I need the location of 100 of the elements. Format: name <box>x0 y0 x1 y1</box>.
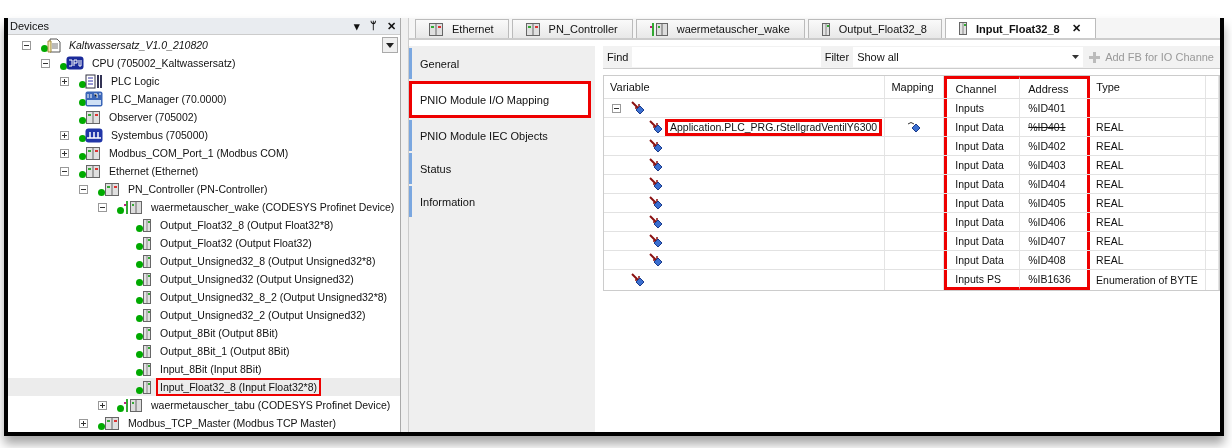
editor-tab[interactable]: Input_Float32_8 ✕ <box>944 18 1096 38</box>
status-dot <box>136 297 143 304</box>
module-icon <box>142 217 152 233</box>
collapse-icon[interactable] <box>41 58 50 68</box>
status-dot <box>79 117 86 124</box>
channel-cell: Input Data <box>955 216 1004 228</box>
address-cell: %ID401 <box>1028 121 1066 133</box>
editor-tab[interactable]: Ethernet <box>415 19 509 38</box>
panel-title: Devices <box>10 20 50 32</box>
editor-tab[interactable]: Output_Float32_8 <box>807 19 942 38</box>
module-icon <box>142 235 152 251</box>
type-cell: REAL <box>1096 197 1124 209</box>
tree-item[interactable]: Input_8Bit (Input 8Bit) <box>156 360 266 378</box>
input-channel-icon <box>649 253 663 267</box>
tree-item[interactable]: Output_Unsigned32_8 (Output Unsigned32*8) <box>156 252 380 270</box>
tree-item[interactable]: PLC Logic <box>107 72 164 90</box>
column-header[interactable]: Type <box>1090 76 1206 98</box>
tree-item[interactable]: waermetauscher_tabu (CODESYS Profinet Device) <box>147 396 395 414</box>
tree-item[interactable]: Output_Unsigned32 (Output Unsigned32) <box>156 270 358 288</box>
dropdown-button[interactable] <box>382 37 398 53</box>
expand-icon[interactable] <box>60 130 69 140</box>
tree-item[interactable]: Systembus (705000) <box>107 126 212 144</box>
type-cell: Enumeration of BYTE <box>1096 274 1198 286</box>
collapse-icon[interactable] <box>22 40 31 50</box>
channel-cell: Inputs <box>955 102 984 114</box>
status-dot <box>117 405 124 412</box>
variable-cell[interactable]: Application.PLC_PRG.rStellgradVentilY6300 <box>665 118 883 136</box>
pin-icon[interactable]: ᛘ <box>370 19 377 33</box>
device-icon <box>123 397 143 413</box>
module-icon <box>957 21 968 36</box>
address-cell: %ID404 <box>1028 178 1066 190</box>
tree-item[interactable]: Observer (705002) <box>105 108 202 126</box>
tree-item[interactable]: Kaltwassersatz_V1.0_210820 <box>65 36 212 54</box>
device-icon <box>85 163 101 179</box>
tree-item[interactable]: Ethernet (Ethernet) <box>105 162 203 180</box>
filter-dropdown[interactable]: Show all <box>853 47 1084 67</box>
address-cell: %IB1636 <box>1028 272 1071 285</box>
device-icon <box>648 21 669 37</box>
expand-icon[interactable] <box>60 76 69 86</box>
collapse-icon[interactable] <box>612 103 621 113</box>
column-header[interactable]: Address <box>1020 76 1091 98</box>
address-cell: %ID408 <box>1028 254 1066 266</box>
editor-tab[interactable]: PN_Controller <box>511 19 633 38</box>
channel-cell: Input Data <box>955 254 1004 266</box>
address-cell: %ID401 <box>1028 102 1066 114</box>
channel-cell: Input Data <box>955 178 1004 190</box>
tree-item[interactable]: Output_Float32_8 (Output Float32*8) <box>156 216 338 234</box>
status-dot <box>136 243 143 250</box>
bus-icon <box>85 127 103 143</box>
close-icon[interactable]: ✕ <box>1071 22 1081 35</box>
program-icon <box>85 73 103 89</box>
channel-cell: Input Data <box>955 197 1004 209</box>
caret-icon <box>386 42 394 48</box>
tree-item[interactable]: Output_Float32 (Output Float32) <box>156 234 316 252</box>
find-field[interactable] <box>632 47 821 67</box>
tree-item[interactable]: Modbus_COM_Port_1 (Modbus COM) <box>105 144 293 162</box>
editor-tab[interactable]: waermetauscher_wake <box>635 19 805 38</box>
tree-item[interactable]: Modbus_TCP_Master (Modbus TCP Master) <box>124 414 340 432</box>
collapse-icon[interactable] <box>98 202 107 212</box>
tree-item[interactable]: Output_8Bit (Output 8Bit) <box>156 324 282 342</box>
module-icon <box>820 21 831 37</box>
tree-item[interactable]: Output_Unsigned32_8_2 (Output Unsigned32*8) <box>156 288 392 306</box>
page-tab[interactable]: Information <box>409 186 595 217</box>
page-tab[interactable]: PNIO Module I/O Mapping <box>409 81 591 118</box>
address-cell: %ID403 <box>1028 159 1066 171</box>
address-cell: %ID407 <box>1028 235 1066 247</box>
status-dot <box>98 423 105 430</box>
tree-item[interactable]: Output_8Bit_1 (Output 8Bit) <box>156 342 294 360</box>
tree-item[interactable]: PLC_Manager (70.0000) <box>107 90 231 108</box>
expand-icon[interactable] <box>60 148 69 158</box>
device-icon <box>104 181 120 197</box>
collapse-icon[interactable] <box>60 166 69 176</box>
status-dot <box>136 333 143 340</box>
input-channel-icon <box>649 158 663 172</box>
input-channel-icon <box>649 139 663 153</box>
column-header[interactable]: Variable <box>604 76 886 98</box>
channel-cell: Input Data <box>955 121 1004 133</box>
module-icon <box>142 253 152 269</box>
input-channel-icon <box>649 234 663 248</box>
tree-item[interactable]: CPU (705002_Kaltwassersatz) <box>88 54 240 72</box>
tree-item[interactable]: PN_Controller (PN-Controller) <box>124 180 272 198</box>
tree-item[interactable]: Output_Unsigned32_2 (Output Unsigned32) <box>156 306 370 324</box>
module-icon <box>142 271 152 287</box>
status-dot <box>60 63 67 70</box>
input-channel-icon <box>649 215 663 229</box>
close-icon[interactable]: ✕ <box>387 19 396 33</box>
page-tab[interactable]: Status <box>409 153 595 184</box>
expand-icon[interactable] <box>98 400 107 410</box>
page-tab[interactable]: PNIO Module IEC Objects <box>409 120 595 151</box>
tree-item[interactable]: Input_Float32_8 (Input Float32*8) <box>156 378 322 396</box>
tree-item[interactable]: waermetauscher_wake (CODESYS Profinet Device) <box>147 198 399 216</box>
cpu-icon <box>66 56 84 70</box>
status-dot <box>79 135 86 142</box>
collapse-icon[interactable] <box>79 184 88 194</box>
dropdown-icon[interactable]: ▾ <box>354 19 360 33</box>
column-header[interactable]: Mapping <box>885 76 945 98</box>
plus-icon <box>1089 51 1101 63</box>
expand-icon[interactable] <box>79 418 88 428</box>
input-channel-icon <box>631 273 645 287</box>
column-header[interactable]: Channel <box>944 76 1021 98</box>
